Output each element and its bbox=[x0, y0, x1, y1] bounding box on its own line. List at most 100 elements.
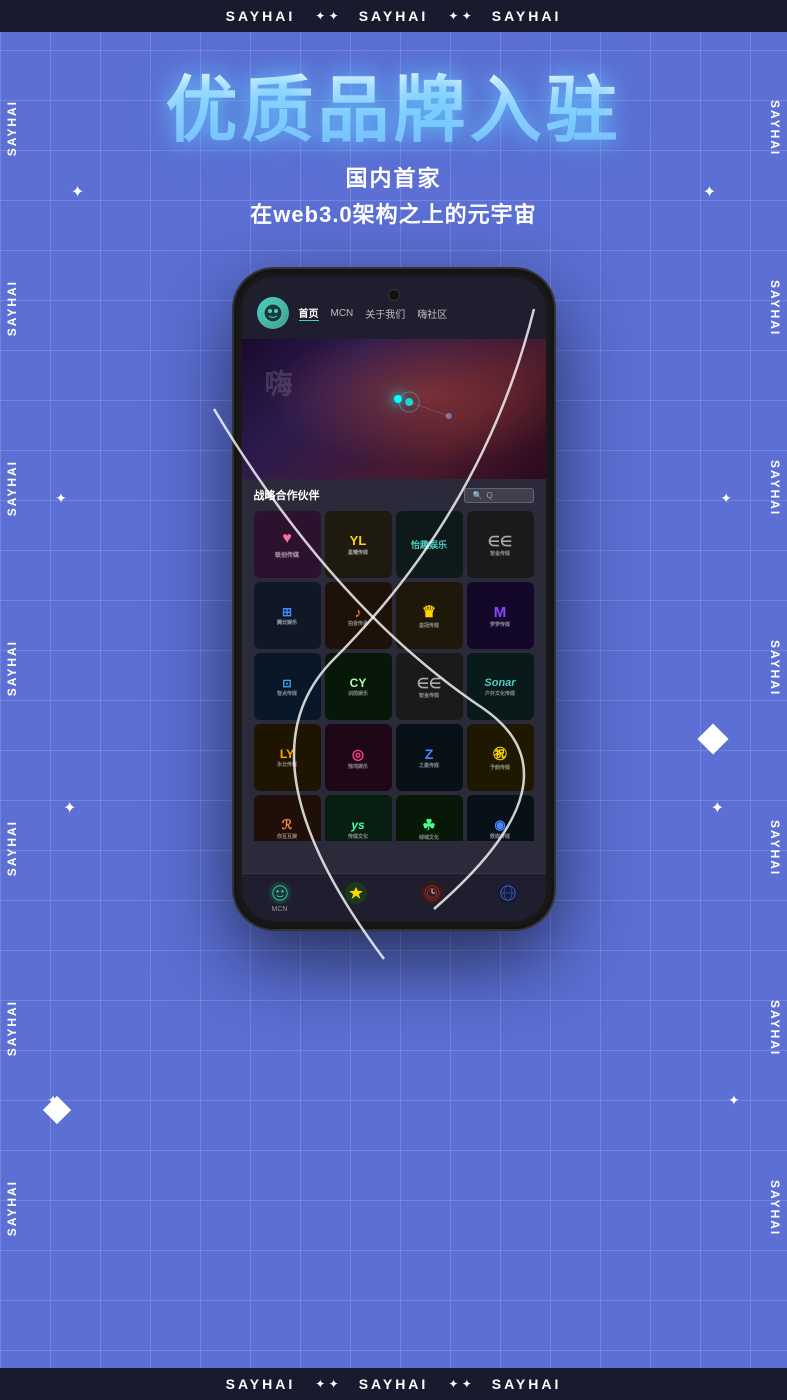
partner-logo-7: ♛ 皇冠传媒 bbox=[400, 586, 459, 645]
partner-logo-10: CY 训鸽娱乐 bbox=[329, 657, 388, 716]
partner-card-7[interactable]: ♛ 皇冠传媒 bbox=[396, 582, 463, 649]
side-label-left-3: SAYHAI bbox=[5, 460, 19, 516]
side-label-right-6: SAYHAI bbox=[768, 1000, 782, 1056]
partner-logo-11: ∈∈ 智金传媒 bbox=[400, 657, 459, 716]
partner-logo-15: Z 之墨传媒 bbox=[400, 728, 459, 787]
partner-logo-9: ⊡ 智点传媒 bbox=[258, 657, 317, 716]
phone-inner: 首页 MCN 关于我们 嗨社区 嗨 bbox=[242, 277, 546, 921]
star-deco-1: ✦ bbox=[71, 182, 84, 202]
partner-logo-20: ◉ 数媒传媒 bbox=[471, 799, 530, 841]
camera-notch bbox=[388, 289, 400, 301]
partner-card-9[interactable]: ⊡ 智点传媒 bbox=[254, 653, 321, 720]
phone-mockup: 首页 MCN 关于我们 嗨社区 嗨 bbox=[234, 269, 554, 929]
partner-card-3[interactable]: 怡趣娱乐 bbox=[396, 511, 463, 578]
star-deco-3: ✦ bbox=[55, 490, 67, 507]
top-banner-decorator-2: ✦ ✦ bbox=[448, 9, 471, 23]
partner-card-18[interactable]: ys 传媒文化 bbox=[325, 795, 392, 841]
app-bottom-nav: MCN bbox=[242, 873, 546, 921]
side-label-left-1: SAYHAI bbox=[5, 100, 19, 156]
side-label-right-1: SAYHAI bbox=[768, 100, 782, 156]
bottom-nav-item-4[interactable] bbox=[497, 882, 519, 913]
diamond-deco-2 bbox=[43, 1096, 71, 1124]
partner-card-13[interactable]: LY 永云传媒 bbox=[254, 724, 321, 791]
partner-logo-6: ♪ 拍音传承 bbox=[329, 586, 388, 645]
search-icon: 🔍 bbox=[473, 491, 483, 500]
bottom-nav-item-3[interactable] bbox=[421, 882, 443, 913]
side-label-left-5: SAYHAI bbox=[5, 820, 19, 876]
diamond-deco-1 bbox=[697, 723, 728, 754]
partners-header: 战略合作伙伴 🔍 Q bbox=[254, 487, 534, 503]
nav-home[interactable]: 首页 bbox=[299, 305, 319, 321]
partner-card-sonar[interactable]: Sonar 户外文化传媒 bbox=[467, 653, 534, 720]
star-deco-8: ✦ bbox=[728, 1092, 740, 1109]
partner-card-19[interactable]: ☘ 绿域文化 bbox=[396, 795, 463, 841]
partners-section: 战略合作伙伴 🔍 Q ♥ 联创传 bbox=[242, 479, 546, 849]
partner-logo-2: YL 星耀传媒 bbox=[329, 515, 388, 574]
partner-logo-18: ys 传媒文化 bbox=[329, 799, 388, 841]
partners-title: 战略合作伙伴 bbox=[254, 487, 320, 503]
subtitle-line2: 在web3.0架构之上的元宇宙 bbox=[165, 197, 621, 229]
partner-card-20[interactable]: ◉ 数媒传媒 bbox=[467, 795, 534, 841]
bottom-nav-icon-2 bbox=[345, 882, 367, 904]
bottom-nav-item-1[interactable]: MCN bbox=[269, 882, 291, 913]
bottom-nav-item-2[interactable] bbox=[345, 882, 367, 913]
nav-about[interactable]: 关于我们 bbox=[365, 306, 405, 321]
partner-card-8[interactable]: M 梦梦传媒 bbox=[467, 582, 534, 649]
top-banner-decorator-1: ✦ ✦ bbox=[315, 9, 338, 23]
bottom-nav-icon-4 bbox=[497, 882, 519, 904]
partner-card-4[interactable]: ∈∈ 智金传媒 bbox=[467, 511, 534, 578]
bottom-banner: SAYHAI ✦ ✦ SAYHAI ✦ ✦ SAYHAI bbox=[0, 1368, 787, 1400]
partner-logo-14: ◎ 惊鸿娱乐 bbox=[329, 728, 388, 787]
partner-card-5[interactable]: ⊞ 腾云娱乐 bbox=[254, 582, 321, 649]
bottom-banner-decorator-1: ✦ ✦ bbox=[315, 1377, 338, 1391]
top-banner-text-3: SAYHAI bbox=[492, 8, 562, 24]
side-label-right-3: SAYHAI bbox=[768, 460, 782, 516]
sonar-brand-text: Sonar bbox=[484, 677, 515, 689]
partner-logo-3: 怡趣娱乐 bbox=[400, 515, 459, 574]
partner-card-11[interactable]: ∈∈ 智金传媒 bbox=[396, 653, 463, 720]
partner-logo-8: M 梦梦传媒 bbox=[471, 586, 530, 645]
main-wrapper: SAYHAI ✦ ✦ SAYHAI ✦ ✦ SAYHAI SAYHAI SAYH… bbox=[0, 0, 787, 1400]
nav-community[interactable]: 嗨社区 bbox=[417, 306, 447, 321]
partner-card-2[interactable]: YL 星耀传媒 bbox=[325, 511, 392, 578]
partner-logo-13: LY 永云传媒 bbox=[258, 728, 317, 787]
partner-card-15[interactable]: Z 之墨传媒 bbox=[396, 724, 463, 791]
bottom-banner-text-2: SAYHAI bbox=[359, 1376, 429, 1392]
partner-card-6[interactable]: ♪ 拍音传承 bbox=[325, 582, 392, 649]
bottom-banner-text-1: SAYHAI bbox=[226, 1376, 296, 1392]
subtitle-line1: 国内首家 bbox=[165, 161, 621, 193]
top-banner: SAYHAI ✦ ✦ SAYHAI ✦ ✦ SAYHAI bbox=[0, 0, 787, 32]
side-label-left-4: SAYHAI bbox=[5, 640, 19, 696]
star-deco-7: ✦ bbox=[47, 1092, 59, 1109]
nav-mcn[interactable]: MCN bbox=[331, 308, 354, 319]
bottom-nav-icon-1 bbox=[269, 882, 291, 904]
side-label-left-6: SAYHAI bbox=[5, 1000, 19, 1056]
star-deco-5: ✦ bbox=[63, 798, 76, 818]
star-deco-4: ✦ bbox=[720, 490, 732, 507]
partner-card-1[interactable]: ♥ 联创传媒 bbox=[254, 511, 321, 578]
app-hero-banner: 嗨 bbox=[242, 339, 546, 479]
app-nav[interactable]: 首页 MCN 关于我们 嗨社区 bbox=[299, 305, 448, 321]
phone-outer: 首页 MCN 关于我们 嗨社区 嗨 bbox=[234, 269, 554, 929]
side-label-left-2: SAYHAI bbox=[5, 280, 19, 336]
partner-logo-17: ℛ 你互互娱 bbox=[258, 799, 317, 841]
top-banner-text-2: SAYHAI bbox=[359, 8, 429, 24]
partner-card-17[interactable]: ℛ 你互互娱 bbox=[254, 795, 321, 841]
bottom-nav-label-1: MCN bbox=[272, 906, 288, 913]
partner-card-16[interactable]: ㊗ 予韵传媒 bbox=[467, 724, 534, 791]
star-deco-2: ✦ bbox=[703, 182, 716, 202]
search-placeholder: Q bbox=[486, 491, 492, 500]
search-box[interactable]: 🔍 Q bbox=[464, 488, 534, 503]
bottom-banner-decorator-2: ✦ ✦ bbox=[448, 1377, 471, 1391]
side-label-right-5: SAYHAI bbox=[768, 820, 782, 876]
partner-logo-19: ☘ 绿域文化 bbox=[400, 799, 459, 841]
partner-logo-16: ㊗ 予韵传媒 bbox=[471, 728, 530, 787]
app-logo-icon bbox=[257, 297, 289, 329]
side-label-right-7: SAYHAI bbox=[768, 1180, 782, 1236]
bottom-nav-icon-3 bbox=[421, 882, 443, 904]
partner-logo-4: ∈∈ 智金传媒 bbox=[471, 515, 530, 574]
partner-card-14[interactable]: ◎ 惊鸿娱乐 bbox=[325, 724, 392, 791]
side-label-right-4: SAYHAI bbox=[768, 640, 782, 696]
partner-card-10[interactable]: CY 训鸽娱乐 bbox=[325, 653, 392, 720]
hero-scene-svg bbox=[242, 339, 546, 479]
